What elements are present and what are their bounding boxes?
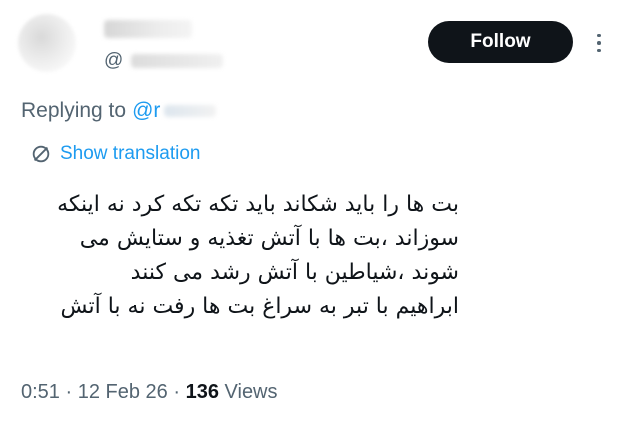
more-vertical-icon[interactable]	[588, 28, 610, 58]
tweet-line: ابراهیم با تبر به سراغ بت ها رفت نه با آ…	[60, 294, 459, 319]
show-translation-label: Show translation	[60, 143, 201, 164]
translate-globe-icon	[32, 145, 50, 163]
replying-prefix: Replying to	[21, 99, 127, 122]
replying-to: Replying to @r	[21, 99, 217, 123]
handle-redacted	[131, 54, 224, 68]
more-dot	[597, 48, 601, 53]
handle-row[interactable]: @	[104, 48, 224, 74]
tweet-text: بت ها را باید شکاند باید تکه تکه کرد نه …	[57, 188, 459, 324]
more-dot	[597, 41, 601, 45]
display-name-redacted[interactable]	[104, 20, 192, 38]
tweet-line: سوزاند ،بت ها با آتش تغذیه و ستایش می	[79, 226, 459, 251]
views-label: Views	[224, 381, 278, 403]
replying-handle-link[interactable]: @r	[132, 99, 160, 123]
handle-prefix: @	[104, 50, 124, 71]
replying-handle-redacted	[164, 105, 217, 117]
meta-separator: ·	[59, 381, 78, 403]
show-translation-button[interactable]: Show translation	[30, 143, 200, 165]
more-dot	[597, 33, 601, 38]
avatar[interactable]	[18, 14, 76, 72]
tweet-meta: 0:51 · 12 Feb 26 · 136 Views	[21, 381, 278, 404]
tweet-line: بت ها را باید شکاند باید تکه تکه کرد نه …	[57, 192, 459, 217]
tweet-line: شوند ،شیاطین با آتش رشد می کنند	[130, 260, 459, 285]
tweet-date[interactable]: 12 Feb 26	[78, 381, 168, 403]
meta-separator: ·	[167, 381, 186, 403]
tweet-time[interactable]: 0:51	[21, 381, 60, 403]
follow-button[interactable]: Follow	[428, 21, 573, 63]
views-count: 136	[185, 381, 219, 403]
